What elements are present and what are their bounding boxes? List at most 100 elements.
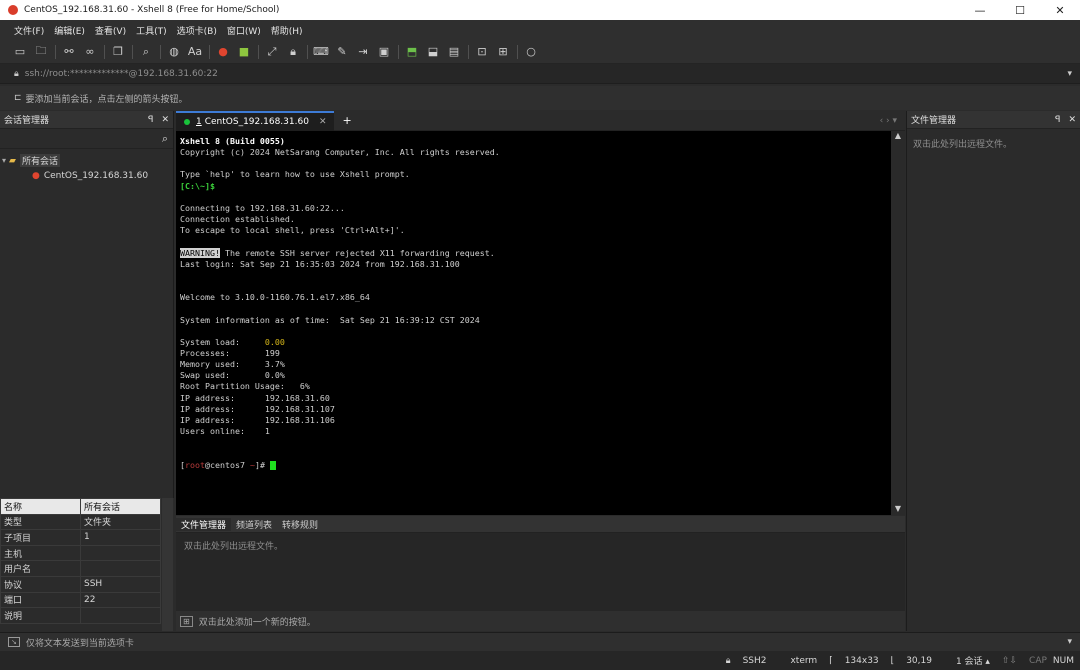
menu-file[interactable]: 文件(F)	[14, 24, 44, 37]
terminal-line: To escape to local shell, press 'Ctrl+Al…	[180, 225, 405, 236]
session-search[interactable]: ⌕	[0, 129, 173, 149]
tab-forwarding-rules[interactable]: 转移规则	[277, 518, 323, 531]
terminal-line: IP address: 192.168.31.107	[180, 403, 335, 414]
address-bar[interactable]: 🔒︎ ssh://root:*************@192.168.31.6…	[0, 64, 1080, 84]
tab-label: CentOS_192.168.31.60	[204, 116, 309, 127]
menu-bar: 文件(F) 编辑(E) 查看(V) 工具(T) 选项卡(B) 窗口(W) 帮助(…	[0, 20, 1080, 40]
send-bar-text: 仅将文本发送到当前选项卡	[25, 638, 134, 649]
terminal-scrollbar[interactable]: ▲ ▼	[891, 131, 905, 515]
chevron-down-icon[interactable]: ▾	[1067, 637, 1072, 647]
close-icon[interactable]: ✕	[1068, 115, 1076, 125]
tab-channel-list[interactable]: 频道列表	[231, 518, 277, 531]
scroll-down-icon[interactable]: ▼	[891, 504, 905, 513]
terminal-line: IP address: 192.168.31.106	[180, 414, 335, 425]
keyboard-icon[interactable]: ⌨	[311, 43, 331, 61]
tabs-icon[interactable]: ▤	[444, 43, 464, 61]
terminal-line: [C:\~]$	[180, 180, 215, 191]
terminal-line: Connecting to 192.168.31.60:22...	[180, 202, 345, 213]
status-num: NUM	[1052, 655, 1074, 666]
session-tree: ▾ ▰ 所有会话 ● CentOS_192.168.31.60	[0, 149, 173, 187]
open-folder-icon[interactable]: 🗀	[31, 43, 51, 61]
terminal-line: System information as of time: Sat Sep 2…	[180, 314, 480, 325]
bottom-empty-text[interactable]: 双击此处列出远程文件。	[176, 533, 905, 611]
properties-header-row: 名称 所有会话	[0, 498, 161, 515]
add-tab-button[interactable]: +	[342, 114, 351, 127]
title-bar: CentOS_192.168.31.60 - Xshell 8 (Free fo…	[0, 0, 1080, 20]
minimize-button[interactable]: —	[960, 0, 1000, 20]
connected-icon	[184, 118, 190, 125]
lock-icon[interactable]: 🔒︎	[283, 43, 303, 61]
menu-window[interactable]: 窗口(W)	[227, 24, 261, 37]
terminal-line: WARNING! The remote SSH server rejected …	[180, 247, 495, 258]
xshell-icon[interactable]: ●	[213, 43, 233, 61]
ssh-lock-icon: 🔒︎ SSH2	[725, 655, 767, 666]
menu-view[interactable]: 查看(V)	[95, 24, 126, 37]
copy-icon[interactable]: ❐	[108, 43, 128, 61]
terminal-line: System load: 0.00	[180, 336, 285, 347]
terminal-line: IP address: 192.168.31.60	[180, 392, 330, 403]
arrow-icon[interactable]: ⊏	[14, 93, 22, 103]
chat-icon[interactable]: ○	[521, 43, 541, 61]
close-tab-icon[interactable]: ✕	[319, 117, 327, 127]
property-row: 类型 文件夹	[0, 513, 161, 531]
property-row: 说明	[0, 607, 161, 624]
terminal-line: Users online: 1	[180, 426, 270, 437]
reconnect-icon[interactable]: ∞	[80, 43, 100, 61]
menu-tools[interactable]: 工具(T)	[136, 24, 167, 37]
file-manager-panel: 文件管理器 ꟼ ✕ 双击此处列出远程文件。	[906, 111, 1080, 631]
status-term: xterm	[790, 655, 818, 666]
grid-icon[interactable]: ⊞	[493, 43, 513, 61]
quick-button-icon[interactable]: ⊞	[180, 615, 193, 627]
tab-file-manager[interactable]: 文件管理器	[176, 517, 232, 531]
font-icon[interactable]: Aa	[185, 43, 205, 61]
status-protocol: SSH2	[742, 655, 767, 666]
pin-icon[interactable]: ꟼ	[148, 115, 153, 125]
tab-session[interactable]: 1 CentOS_192.168.31.60 ✕	[176, 110, 335, 131]
disconnect-icon[interactable]: ⚯	[59, 43, 79, 61]
find-icon[interactable]: ⌕	[136, 43, 156, 61]
session-manager-header: 会话管理器 ꟼ ✕	[0, 111, 173, 129]
session-label: CentOS_192.168.31.60	[43, 170, 149, 181]
status-sessions[interactable]: 1 会话 ▴	[944, 654, 990, 667]
xftp-icon[interactable]: ■	[234, 43, 254, 61]
file-manager-empty-text[interactable]: 双击此处列出远程文件。	[907, 129, 1080, 158]
close-button[interactable]: ✕	[1040, 0, 1080, 20]
close-icon[interactable]: ✕	[161, 115, 169, 125]
chevron-down-icon[interactable]: ▾	[1067, 69, 1072, 79]
globe-icon[interactable]: ◍	[164, 43, 184, 61]
send-bar[interactable]: ↘ 仅将文本发送到当前选项卡 ▾	[0, 632, 1080, 651]
tab-bar: 1 CentOS_192.168.31.60 ✕ + ‹ › ▾	[176, 110, 905, 131]
script-icon[interactable]: ⇥	[353, 43, 373, 61]
fullscreen-icon[interactable]: ⤢	[262, 43, 282, 61]
quick-button-bar[interactable]: ⊞ 双击此处添加一个新的按钮。	[176, 611, 905, 631]
transfer-icon[interactable]: ⬒	[402, 43, 422, 61]
terminal-line: Memory used: 3.7%	[180, 359, 285, 370]
bottom-tabs: 文件管理器 频道列表 转移规则	[176, 516, 905, 533]
maximize-button[interactable]: ☐	[1000, 0, 1040, 20]
layout-icon[interactable]: ⊡	[472, 43, 492, 61]
terminal-output[interactable]: Xshell 8 (Build 0055) Copyright (c) 2024 …	[176, 131, 891, 515]
new-session-icon[interactable]: ▭	[10, 43, 30, 61]
properties-scrollbar[interactable]	[162, 498, 173, 631]
properties-panel: 名称 所有会话 类型 文件夹 子项目 1 主机 用户名 协议 SSH 端口 22 说明	[0, 498, 174, 631]
search-icon[interactable]: ⌕	[162, 132, 168, 146]
tree-root[interactable]: ▾ ▰ 所有会话	[2, 153, 171, 168]
chevron-down-icon[interactable]: ▾	[2, 156, 6, 165]
menu-tabs[interactable]: 选项卡(B)	[177, 24, 217, 37]
compose-icon[interactable]: ✎	[332, 43, 352, 61]
send-icon[interactable]: ↘	[8, 637, 20, 647]
tree-item-session[interactable]: ● CentOS_192.168.31.60	[2, 168, 171, 183]
pin-icon[interactable]: ꟼ	[1055, 115, 1060, 125]
menu-help[interactable]: 帮助(H)	[271, 24, 303, 37]
property-row: 协议 SSH	[0, 575, 161, 593]
menu-edit[interactable]: 编辑(E)	[54, 24, 85, 37]
tile-icon[interactable]: ⬓	[423, 43, 443, 61]
scroll-up-icon[interactable]: ▲	[891, 131, 905, 140]
help-icon[interactable]: ▣	[374, 43, 394, 61]
arrow-up-icon[interactable]: ⇧⇩	[1002, 656, 1017, 666]
tab-nav-icon[interactable]: ‹ › ▾	[880, 116, 897, 126]
